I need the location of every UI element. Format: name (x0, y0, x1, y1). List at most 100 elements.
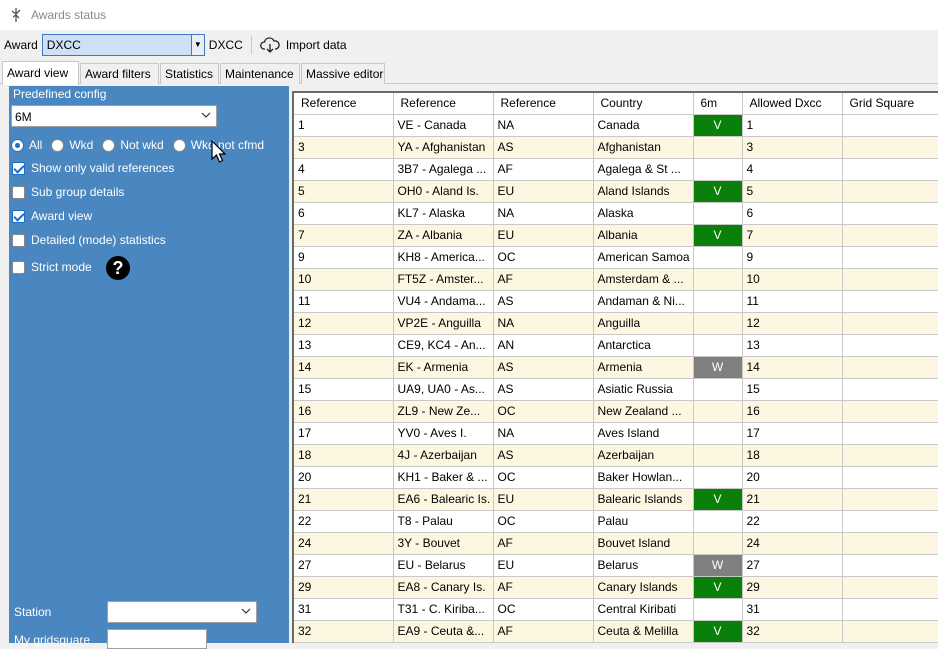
table-cell[interactable]: 32 (742, 620, 843, 643)
predefined-config-select[interactable]: 6M (11, 105, 217, 127)
table-cell[interactable]: ZA - Albania (393, 224, 494, 247)
status-cell[interactable] (693, 466, 743, 489)
column-header[interactable]: Allowed Dxcc (742, 93, 843, 115)
table-cell[interactable] (842, 334, 938, 357)
table-cell[interactable]: VU4 - Andama... (393, 290, 494, 313)
table-cell[interactable]: AS (493, 356, 594, 379)
my-gridsquare-input[interactable] (107, 629, 207, 649)
table-row[interactable]: 3 YA - Afghanistan AS Afghanistan 3 (294, 136, 938, 159)
table-cell[interactable]: 13 (742, 334, 843, 357)
table-row[interactable]: 10 FT5Z - Amster... AF Amsterdam & ... 10 (294, 268, 938, 291)
table-cell[interactable]: 10 (742, 268, 843, 291)
table-cell[interactable]: EU (493, 180, 594, 203)
table-cell[interactable] (842, 158, 938, 181)
table-cell[interactable]: 27 (742, 554, 843, 577)
table-cell[interactable]: EA6 - Balearic Is. (393, 488, 494, 511)
table-cell[interactable]: 12 (294, 312, 394, 335)
table-row[interactable]: 29 EA8 - Canary Is. AF Canary Islands V 29 (294, 576, 938, 599)
table-cell[interactable]: AS (493, 444, 594, 467)
table-cell[interactable]: 17 (742, 422, 843, 445)
radio-wkd-not-cfmd-button[interactable] (172, 138, 186, 152)
table-cell[interactable]: AS (493, 136, 594, 159)
tab-award-view[interactable]: Award view (2, 61, 79, 85)
table-cell[interactable] (842, 246, 938, 269)
table-cell[interactable]: 20 (742, 466, 843, 489)
table-row[interactable]: 6 KL7 - Alaska NA Alaska 6 (294, 202, 938, 225)
table-cell[interactable]: VP2E - Anguilla (393, 312, 494, 335)
status-cell[interactable]: V (693, 488, 743, 511)
table-cell[interactable]: 16 (742, 400, 843, 423)
radio-all[interactable]: All (11, 138, 42, 152)
table-cell[interactable]: Agalega & St ... (593, 158, 694, 181)
table-cell[interactable]: 21 (294, 488, 394, 511)
table-cell[interactable]: 17 (294, 422, 394, 445)
table-cell[interactable]: YA - Afghanistan (393, 136, 494, 159)
status-cell[interactable]: V (693, 224, 743, 247)
table-cell[interactable] (842, 532, 938, 555)
table-cell[interactable]: 6 (294, 202, 394, 225)
tab-statistics[interactable]: Statistics (160, 63, 219, 84)
table-cell[interactable]: EU - Belarus (393, 554, 494, 577)
status-cell[interactable] (693, 510, 743, 533)
column-header[interactable]: Reference (294, 93, 394, 115)
help-icon[interactable]: ? (106, 256, 130, 280)
table-cell[interactable]: Azerbaijan (593, 444, 694, 467)
radio-wkd-button[interactable] (51, 138, 65, 152)
table-cell[interactable]: 15 (742, 378, 843, 401)
table-cell[interactable]: YV0 - Aves I. (393, 422, 494, 445)
table-cell[interactable]: Albania (593, 224, 694, 247)
table-row[interactable]: 4 3B7 - Agalega ... AF Agalega & St ... 4 (294, 158, 938, 181)
table-row[interactable]: 7 ZA - Albania EU Albania V 7 (294, 224, 938, 247)
table-cell[interactable]: 12 (742, 312, 843, 335)
table-cell[interactable]: EU (493, 224, 594, 247)
table-cell[interactable] (842, 114, 938, 137)
table-cell[interactable]: 24 (294, 532, 394, 555)
table-cell[interactable]: Aves Island (593, 422, 694, 445)
status-cell[interactable] (693, 158, 743, 181)
tab-maintenance[interactable]: Maintenance (220, 63, 300, 84)
table-cell[interactable]: 15 (294, 378, 394, 401)
table-row[interactable]: 31 T31 - C. Kiriba... OC Central Kiribati 31 (294, 598, 938, 621)
award-select[interactable]: DXCC ▼ (41, 34, 205, 56)
status-cell[interactable] (693, 444, 743, 467)
table-cell[interactable]: 9 (742, 246, 843, 269)
table-row[interactable]: 17 YV0 - Aves I. NA Aves Island 17 (294, 422, 938, 445)
table-cell[interactable]: 3 (742, 136, 843, 159)
table-cell[interactable] (842, 356, 938, 379)
table-cell[interactable]: 9 (294, 246, 394, 269)
status-cell[interactable]: V (693, 114, 743, 137)
table-cell[interactable]: Aland Islands (593, 180, 694, 203)
detailed-statistics-box[interactable] (12, 233, 25, 247)
table-cell[interactable] (842, 554, 938, 577)
table-cell[interactable] (842, 202, 938, 225)
status-cell[interactable]: W (693, 554, 743, 577)
table-cell[interactable]: AF (493, 576, 594, 599)
table-row[interactable]: 24 3Y - Bouvet AF Bouvet Island 24 (294, 532, 938, 555)
radio-not-wkd[interactable]: Not wkd (102, 138, 164, 152)
status-cell[interactable]: V (693, 620, 743, 643)
strict-mode-checkbox[interactable]: Strict mode (12, 260, 92, 274)
table-cell[interactable]: NA (493, 312, 594, 335)
status-cell[interactable] (693, 312, 743, 335)
table-cell[interactable]: 24 (742, 532, 843, 555)
table-cell[interactable]: EA8 - Canary Is. (393, 576, 494, 599)
table-cell[interactable]: EU (493, 488, 594, 511)
table-cell[interactable]: 21 (742, 488, 843, 511)
table-row[interactable]: 16 ZL9 - New Ze... OC New Zealand ... 16 (294, 400, 938, 423)
table-cell[interactable] (842, 620, 938, 643)
import-data-button[interactable]: Import data (258, 34, 349, 56)
table-cell[interactable]: Antarctica (593, 334, 694, 357)
table-cell[interactable]: 3 (294, 136, 394, 159)
radio-all-button[interactable] (11, 138, 24, 152)
table-row[interactable]: 13 CE9, KC4 - An... AN Antarctica 13 (294, 334, 938, 357)
table-cell[interactable]: Palau (593, 510, 694, 533)
status-cell[interactable] (693, 202, 743, 225)
table-cell[interactable]: Asiatic Russia (593, 378, 694, 401)
table-cell[interactable]: Amsterdam & ... (593, 268, 694, 291)
table-cell[interactable]: 6 (742, 202, 843, 225)
table-cell[interactable] (842, 576, 938, 599)
table-cell[interactable]: KL7 - Alaska (393, 202, 494, 225)
tab-award-filters[interactable]: Award filters (80, 63, 159, 84)
award-view-checkbox[interactable]: Award view (12, 209, 92, 223)
table-row[interactable]: 27 EU - Belarus EU Belarus W 27 (294, 554, 938, 577)
